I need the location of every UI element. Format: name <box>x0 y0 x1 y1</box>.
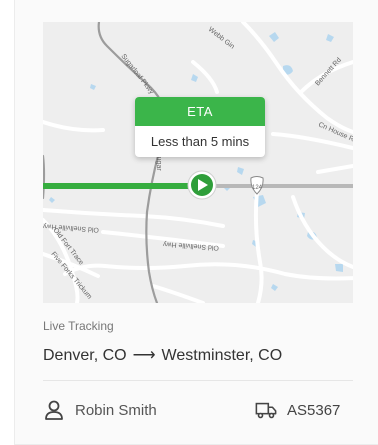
road-label: Sugarloaf Pkwy <box>119 53 155 96</box>
map-canvas: 124 Sugarloaf Pkwy Sugar Webb Gin Bennet… <box>43 22 353 303</box>
divider <box>43 380 353 381</box>
route-summary: Denver, CO ⟶ Westminster, CO <box>43 345 282 365</box>
road-label: Bennett Rd <box>314 57 343 88</box>
route-destination: Westminster, CO <box>161 347 283 364</box>
vehicle-position-marker[interactable] <box>187 170 217 200</box>
vehicle-info[interactable]: AS5367 <box>255 398 340 422</box>
road-label: Webb Gin <box>207 26 236 51</box>
water-features <box>49 32 343 291</box>
truck-icon <box>255 399 277 421</box>
road-label: Five Forks Trickum <box>49 251 92 301</box>
route-arrow-icon: ⟶ <box>132 347 156 364</box>
minor-roads <box>43 22 353 303</box>
eta-title: ETA <box>135 97 265 126</box>
live-tracking-label: Live Tracking <box>43 319 114 333</box>
vehicle-id: AS5367 <box>287 401 341 419</box>
user-icon <box>43 399 65 421</box>
route-shield-label: 124 <box>252 185 263 191</box>
eta-popup: ETA Less than 5 mins <box>135 97 265 157</box>
driver-info[interactable]: Robin Smith <box>43 398 157 422</box>
route-shield-icon: 124 <box>250 176 264 195</box>
tracking-map[interactable]: 124 Sugarloaf Pkwy Sugar Webb Gin Bennet… <box>43 22 353 303</box>
eta-value: Less than 5 mins <box>150 134 250 149</box>
route-origin: Denver, CO <box>43 347 127 364</box>
driver-name: Robin Smith <box>75 401 157 419</box>
